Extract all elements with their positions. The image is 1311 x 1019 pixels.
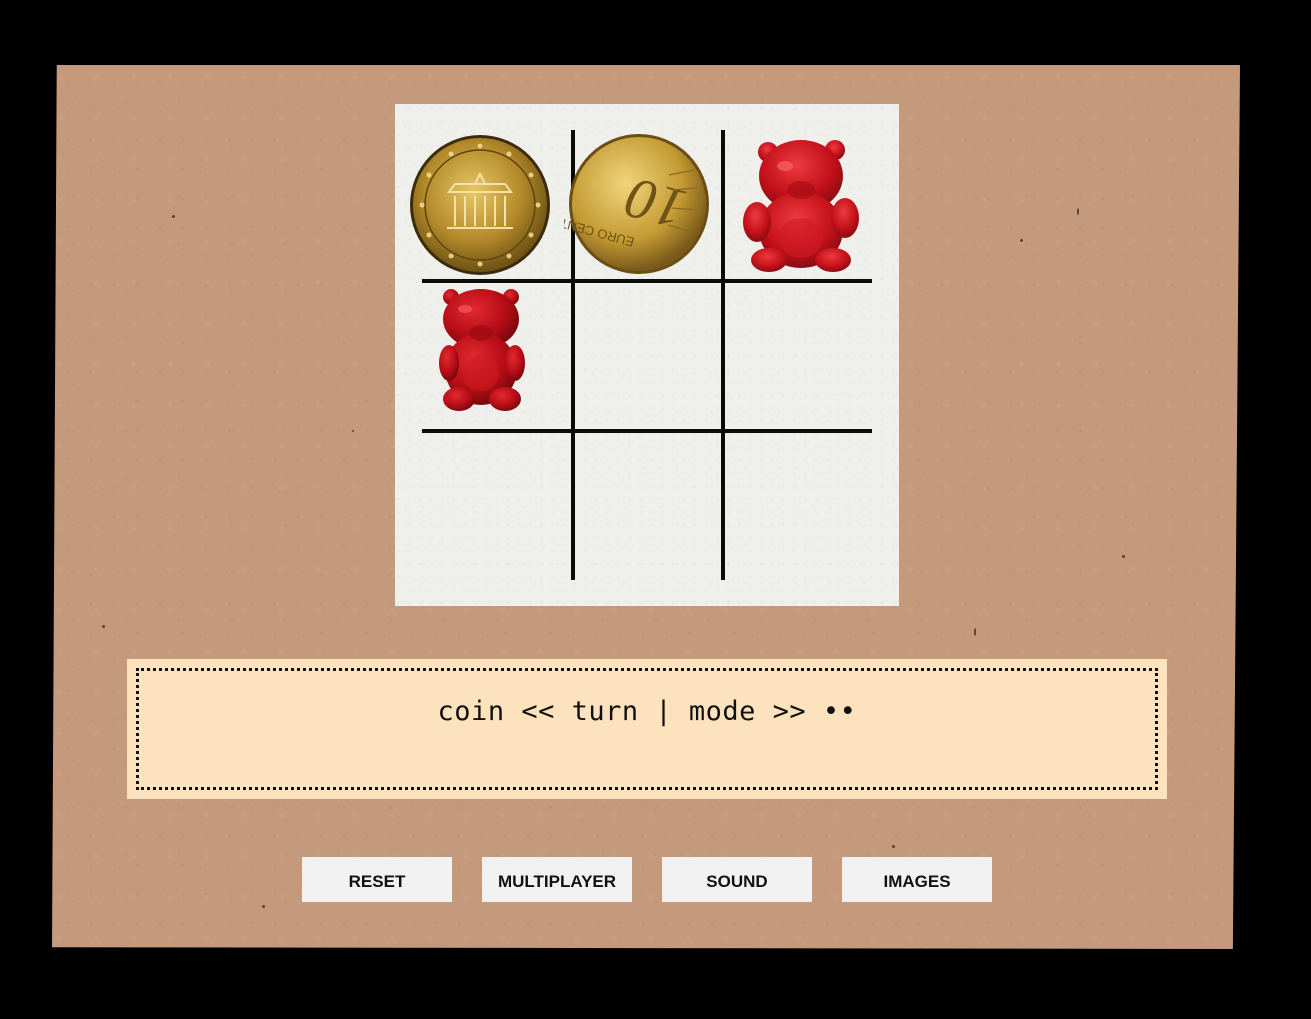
gold-euro-coin-icon: 10 EURO CENT xyxy=(564,134,709,274)
board-cell-0-1[interactable]: 10 EURO CENT xyxy=(564,130,714,280)
board-cell-1-1[interactable] xyxy=(575,283,725,433)
sound-button[interactable]: SOUND xyxy=(662,857,812,902)
cardboard-speck xyxy=(1122,555,1125,558)
cardboard-speck xyxy=(1077,208,1079,215)
gold-euro-coin-icon xyxy=(410,135,550,275)
cardboard-speck xyxy=(1020,239,1023,242)
board-cell-0-0[interactable] xyxy=(405,130,555,280)
cardboard-speck xyxy=(974,628,976,636)
board-cell-2-1[interactable] xyxy=(575,433,725,583)
cardboard-speck xyxy=(102,625,105,628)
board-cell-2-0[interactable] xyxy=(422,433,572,583)
images-button[interactable]: IMAGES xyxy=(842,857,992,902)
status-panel: coin << turn | mode >> •• xyxy=(127,659,1167,799)
board-cell-0-2[interactable] xyxy=(725,130,875,280)
board-cell-1-0[interactable] xyxy=(407,285,557,435)
cardboard-speck xyxy=(892,845,895,848)
red-gummy-bear-icon xyxy=(439,289,525,411)
reset-button[interactable]: RESET xyxy=(302,857,452,902)
cardboard-speck xyxy=(172,215,175,218)
multiplayer-button[interactable]: MULTIPLAYER xyxy=(482,857,632,902)
status-text: coin << turn | mode >> •• xyxy=(437,696,857,727)
cardboard-speck xyxy=(262,905,265,908)
game-board: 10 EURO CENT xyxy=(395,104,899,606)
board-cell-1-2[interactable] xyxy=(725,283,875,433)
cardboard-speck xyxy=(352,430,354,432)
status-panel-dotted-border xyxy=(136,668,1158,790)
red-gummy-bear-icon xyxy=(743,140,859,272)
board-cell-2-2[interactable] xyxy=(725,433,875,583)
